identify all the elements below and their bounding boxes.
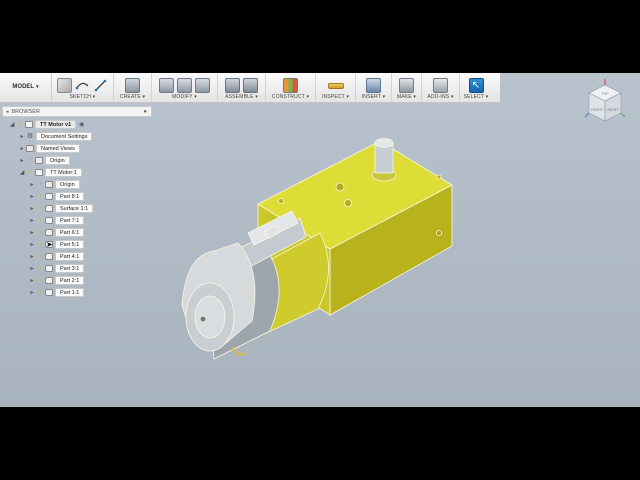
end-cap-ring <box>194 295 226 339</box>
motor-shaft-end <box>199 315 207 323</box>
fusion-app-window: MODEL ▾ SKETCH ▾ CREATE ▾ MODIFY ▾ ASSEM… <box>0 73 640 407</box>
mount-hole <box>278 198 284 204</box>
mount-hole <box>335 182 345 192</box>
video-letterbox-top <box>0 0 640 73</box>
video-letterbox-bottom <box>0 407 640 480</box>
shaft-top <box>374 138 394 148</box>
mount-hole <box>344 199 352 207</box>
mount-hole <box>436 174 442 180</box>
tt-motor-3d-model[interactable] <box>0 73 640 407</box>
mount-hole <box>436 230 442 236</box>
